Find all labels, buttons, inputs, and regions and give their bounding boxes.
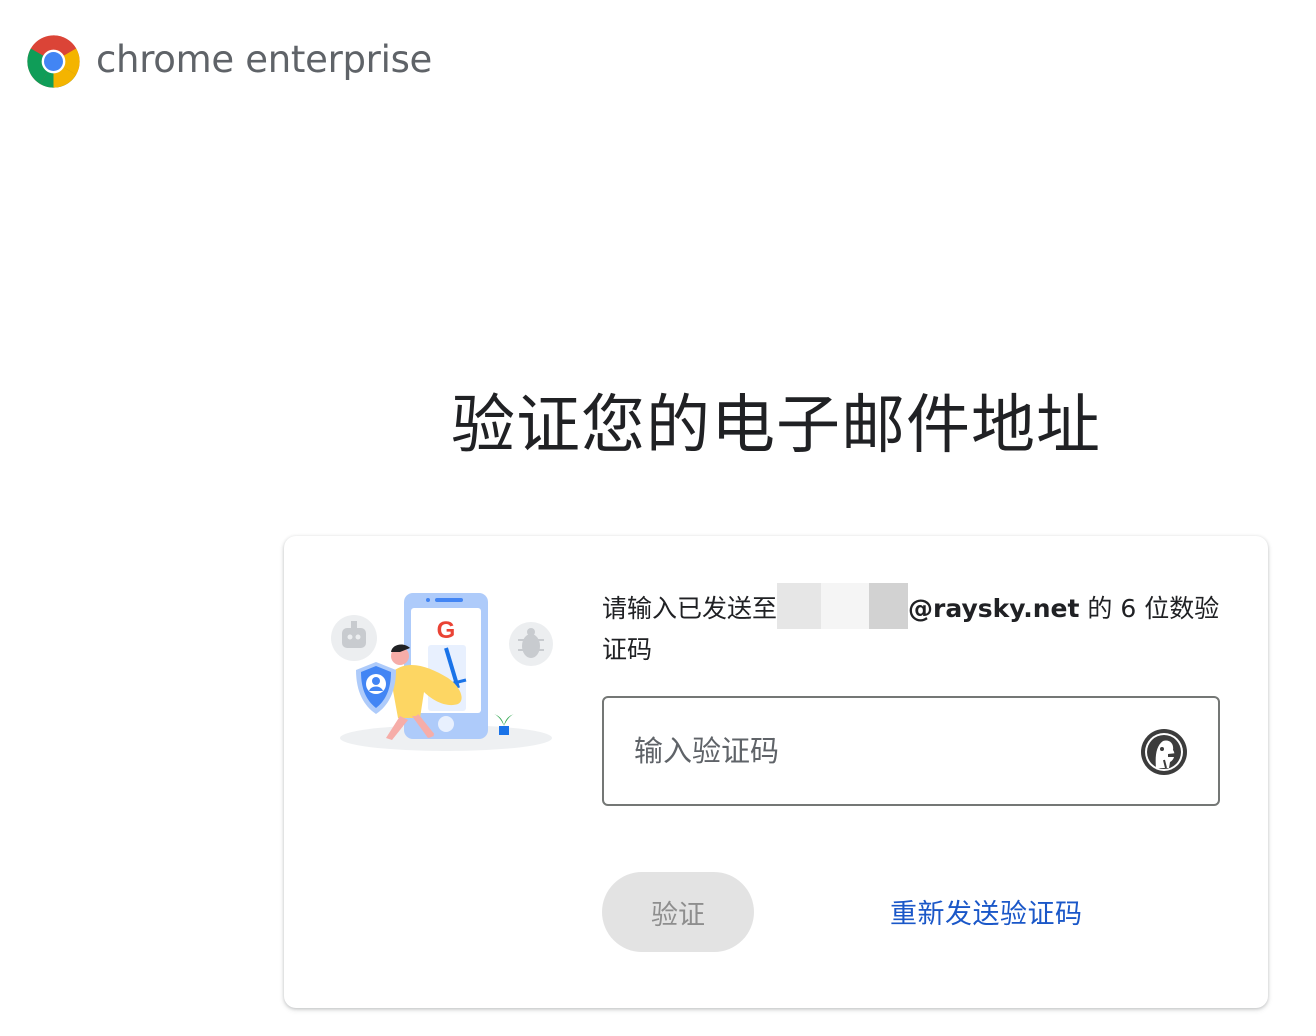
verification-code-input[interactable] [634, 698, 1114, 804]
brand-name: chrome enterprise [96, 38, 433, 81]
svg-text:G: G [437, 617, 456, 644]
brand-header: chrome enterprise [25, 33, 432, 90]
page-title: 验证您的电子邮件地址 [451, 389, 1101, 463]
chrome-logo-icon [27, 35, 80, 88]
verification-page: chrome enterprise 验证您的电子邮件地址 G 请输入已发送至 @… [0, 0, 1316, 1036]
security-verification-illustration: G [331, 593, 553, 751]
redacted-email-block [869, 583, 909, 629]
redacted-email-block [821, 583, 870, 629]
verification-card: G 请输入已发送至 @raysky.net 的 6 位数验证码 输入验证码 验证… [284, 536, 1268, 1008]
email-domain: @raysky.net [908, 594, 1080, 623]
verification-code-field[interactable] [602, 696, 1220, 806]
instruction-prefix: 请输入已发送至 [602, 594, 778, 623]
verification-instructions: 请输入已发送至 @raysky.net 的 6 位数验证码 [602, 583, 1232, 670]
verify-button[interactable]: 验证 [602, 872, 754, 952]
duckduckgo-icon[interactable] [1140, 728, 1188, 776]
redacted-email-block [777, 583, 822, 629]
resend-code-link[interactable]: 重新发送验证码 [890, 892, 1083, 931]
